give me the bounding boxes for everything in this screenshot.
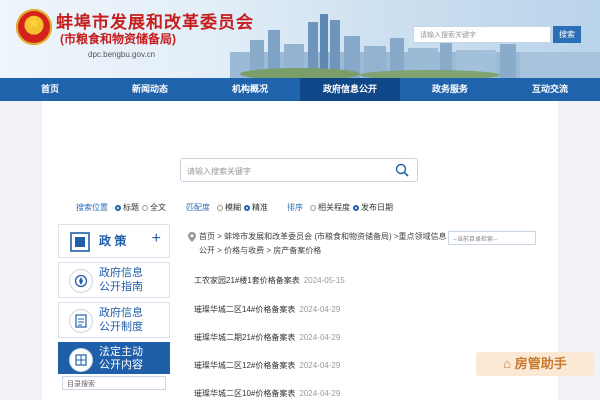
sidebar-item-policy[interactable]: 政 策 + [58, 224, 170, 258]
breadcrumb-line2[interactable]: 公开 > 价格与收费 > 房产备案价格 [199, 244, 449, 258]
list-item-title[interactable]: 工农家园21#楼1套价格备案表 [194, 276, 300, 285]
radio-fuzzy[interactable] [217, 204, 223, 211]
current-directory-search[interactable]: --当前目录检索-- [448, 231, 536, 245]
nav-about[interactable]: 机构概况 [200, 78, 300, 101]
list-item[interactable]: 工农家园21#楼1套价格备案表 2024-05-15 [194, 275, 345, 286]
radio-exact[interactable] [244, 204, 250, 211]
list-document-icon [69, 309, 93, 333]
header-search-input[interactable]: 请输入搜索关键字 [413, 26, 551, 43]
nav-news[interactable]: 新闻动态 [100, 78, 200, 101]
breadcrumb-line1[interactable]: 首页 > 蚌埠市发展和改革委员会 (市粮食和物资储备局) >重点领域信息 [199, 230, 449, 244]
list-item-title[interactable]: 璀璨华城二区10#价格备案表 [194, 389, 295, 398]
sidebar-item-system-line1: 政府信息 [99, 307, 143, 319]
expand-plus-icon[interactable]: + [152, 231, 161, 247]
radio-fulltext-label: 全文 [150, 203, 166, 212]
site-header: ★ 蚌埠市发展和改革委员会 (市粮食和物资储备局) dpc.bengbu.gov… [0, 0, 600, 78]
sidebar-item-active-line1: 法定主动 [99, 346, 143, 358]
header-search-button[interactable]: 搜索 [553, 26, 581, 43]
filter-sort-label: 排序 [287, 203, 303, 212]
radio-exact-label: 精准 [252, 203, 268, 212]
list-item-title[interactable]: 璀璨华城二期21#价格备案表 [194, 333, 295, 342]
nav-home[interactable]: 首页 [0, 78, 100, 101]
radio-title-label: 标题 [123, 203, 139, 212]
radio-fulltext[interactable] [142, 204, 148, 211]
site-subtitle: (市粮食和物资储备局) [60, 32, 176, 46]
radio-title[interactable] [115, 204, 121, 211]
list-item[interactable]: 璀璨华城二区10#价格备案表 2024-04-29 [194, 388, 340, 399]
location-pin-icon [188, 232, 196, 242]
national-emblem-icon: ★ [16, 9, 52, 45]
sidebar-item-guide[interactable]: 政府信息 公开指南 [58, 262, 170, 298]
watermark-text: 房管助手 [514, 356, 567, 371]
list-item[interactable]: 璀璨华城二区14#价格备案表 2024-04-29 [194, 304, 340, 315]
radio-relevance[interactable] [310, 204, 316, 211]
sidebar-item-active-line2: 公开内容 [99, 359, 143, 371]
filter-match: 匹配度 模糊 精准 [186, 202, 268, 213]
breadcrumb: 首页 > 蚌埠市发展和改革委员会 (市粮食和物资储备局) >重点领域信息 公开 … [199, 230, 449, 258]
compass-icon [69, 269, 93, 293]
list-item-date: 2024-04-29 [299, 333, 341, 342]
list-item-title[interactable]: 璀璨华城二区14#价格备案表 [194, 305, 295, 314]
content-grid-icon [69, 348, 93, 372]
sidebar-item-guide-line2: 公开指南 [99, 281, 143, 293]
list-item-date: 2024-05-15 [303, 276, 345, 285]
nav-services[interactable]: 政务服务 [400, 78, 500, 101]
filter-position-label: 搜索位置 [76, 203, 108, 212]
sidebar-item-policy-label: 政 策 [99, 234, 127, 248]
directory-search-input[interactable]: 目录搜索 [62, 376, 166, 390]
policy-document-icon [70, 232, 90, 252]
radio-date-label: 发布日期 [361, 203, 393, 212]
sidebar-item-system[interactable]: 政府信息 公开制度 [58, 302, 170, 338]
radio-relevance-label: 相关程度 [318, 203, 350, 212]
list-item[interactable]: 璀璨华城二期21#价格备案表 2024-04-29 [194, 332, 340, 343]
nav-interaction[interactable]: 互动交流 [500, 78, 600, 101]
sidebar-item-guide-line1: 政府信息 [99, 267, 143, 279]
main-search-box[interactable]: 请输入搜索关键字 [180, 158, 418, 182]
filter-sort: 排序 相关程度 发布日期 [287, 202, 393, 213]
radio-date[interactable] [353, 204, 359, 211]
list-item-title[interactable]: 璀璨华城二区12#价格备案表 [194, 361, 295, 370]
list-item-date: 2024-04-29 [299, 305, 341, 314]
radio-fuzzy-label: 模糊 [225, 203, 241, 212]
site-domain: dpc.bengbu.gov.cn [88, 50, 156, 59]
sidebar-item-system-line2: 公开制度 [99, 321, 143, 333]
list-item-date: 2024-04-29 [299, 389, 341, 398]
list-item-date: 2024-04-29 [299, 361, 341, 370]
search-icon[interactable] [395, 163, 409, 177]
filter-match-label: 匹配度 [186, 203, 210, 212]
nav-info-disclosure[interactable]: 政府信息公开 [300, 78, 400, 101]
watermark-badge: ⌂ 房管助手 [476, 352, 594, 376]
main-nav: 首页 新闻动态 机构概况 政府信息公开 政务服务 互动交流 [0, 78, 600, 101]
house-icon: ⌂ [503, 356, 512, 371]
filter-position: 搜索位置 标题 全文 [76, 202, 166, 213]
sidebar-item-active-disclosure[interactable]: 法定主动 公开内容 [58, 342, 170, 374]
list-item[interactable]: 璀璨华城二区12#价格备案表 2024-04-29 [194, 360, 340, 371]
main-search-input[interactable]: 请输入搜索关键字 [187, 166, 251, 177]
